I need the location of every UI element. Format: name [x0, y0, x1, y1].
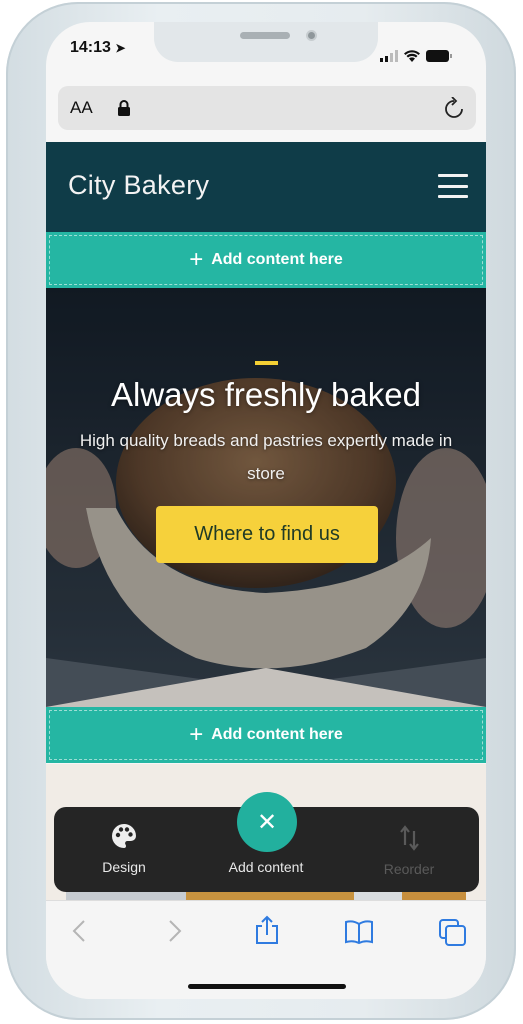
reorder-button[interactable]: Reorder — [339, 807, 479, 892]
phone-frame: 14:13 ➤ AA City Bakery + Add content her… — [6, 2, 516, 1020]
add-content-label: Add content here — [211, 726, 343, 743]
reorder-label: Reorder — [383, 861, 435, 877]
design-button[interactable]: Design — [54, 807, 194, 892]
site-header: City Bakery — [46, 142, 486, 232]
add-content-here-button-top[interactable]: + Add content here — [46, 232, 486, 288]
forward-icon[interactable] — [168, 919, 182, 943]
add-content-label: Add content here — [211, 251, 343, 268]
signal-icon — [380, 50, 398, 62]
wifi-icon — [404, 50, 420, 62]
palette-icon — [112, 824, 136, 848]
hero-section: Always freshly baked High quality breads… — [46, 288, 486, 707]
add-content-toolbar-label: Add content — [228, 859, 304, 875]
lock-icon — [118, 100, 130, 116]
hamburger-menu-icon[interactable] — [438, 174, 468, 198]
home-indicator[interactable] — [188, 984, 346, 989]
status-bar: 14:13 ➤ — [46, 22, 486, 82]
time-text: 14:13 — [70, 39, 111, 56]
address-bar[interactable]: AA — [58, 86, 476, 130]
hero-accent-dash — [255, 361, 278, 365]
safari-bottom-bar — [46, 900, 486, 999]
reload-icon[interactable] — [444, 97, 464, 119]
tabs-icon[interactable] — [439, 919, 467, 947]
screen: 14:13 ➤ AA City Bakery + Add content her… — [46, 22, 486, 999]
share-icon[interactable] — [254, 915, 280, 945]
site-brand[interactable]: City Bakery — [68, 170, 209, 201]
reorder-arrows-icon — [400, 825, 419, 851]
status-icons — [380, 50, 452, 62]
hero-title: Always freshly baked — [111, 376, 421, 413]
text-size-button[interactable]: AA — [70, 98, 93, 118]
close-icon: ✕ — [256, 808, 278, 836]
back-icon[interactable] — [72, 919, 86, 943]
speaker — [240, 32, 290, 39]
hero-subtitle: High quality breads and pastries expertl… — [79, 431, 453, 483]
plus-icon: + — [189, 721, 204, 748]
location-icon: ➤ — [115, 41, 126, 55]
hero-bread-image — [46, 288, 486, 707]
camera — [306, 30, 317, 41]
battery-icon — [426, 50, 452, 62]
add-content-here-button-bottom[interactable]: + Add content here — [46, 707, 486, 763]
plus-icon: + — [189, 246, 204, 273]
design-label: Design — [102, 859, 146, 875]
bookmarks-icon[interactable] — [344, 919, 374, 945]
where-to-find-us-button[interactable]: Where to find us — [156, 506, 378, 563]
close-add-content-button[interactable]: ✕ — [237, 792, 297, 852]
status-time: 14:13 ➤ — [70, 39, 125, 57]
notch — [154, 22, 378, 62]
